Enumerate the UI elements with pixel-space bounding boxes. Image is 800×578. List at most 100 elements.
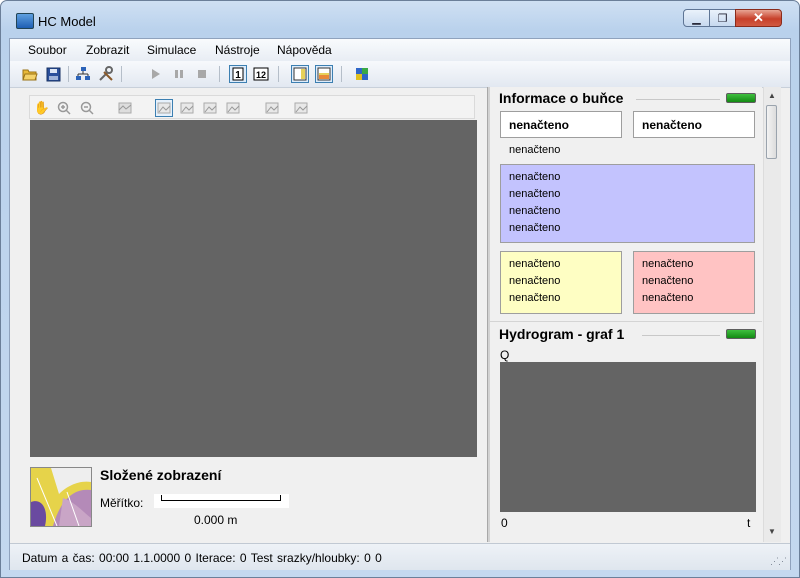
- info-pane: Informace o buňce nenačteno nenačteno ne…: [490, 87, 762, 542]
- hand-icon: ✋: [33, 100, 51, 115]
- hydrograph-collapse-button[interactable]: [726, 329, 756, 339]
- dual-view-icon: 12: [253, 67, 269, 81]
- layer-2-button[interactable]: [178, 99, 196, 117]
- section-divider: [642, 335, 720, 336]
- cell-info-value: nenačteno: [642, 258, 694, 270]
- bottom-panel-button[interactable]: [315, 65, 333, 83]
- hydrograph-origin-label: 0: [501, 516, 508, 530]
- color-grid-icon: [356, 68, 368, 80]
- single-view-button[interactable]: 1: [229, 65, 247, 83]
- status-test-a: 0: [364, 551, 371, 565]
- menu-zobrazit[interactable]: Zobrazit: [86, 43, 129, 57]
- stop-button[interactable]: [193, 65, 211, 83]
- app-window: HC Model ▁ ❐ ✕ Soubor Zobrazit Simulace …: [0, 0, 800, 578]
- svg-text:12: 12: [256, 70, 266, 80]
- floppy-disk-icon: [46, 67, 60, 81]
- scroll-down-icon[interactable]: ▼: [768, 527, 776, 536]
- zoom-out-button[interactable]: [78, 99, 96, 117]
- cell-info-value: nenačteno: [642, 275, 694, 287]
- layer-3-button[interactable]: [201, 99, 219, 117]
- cell-info-value: nenačteno: [509, 222, 561, 234]
- map-toolbar: ✋: [29, 95, 475, 119]
- status-test-b: 0: [375, 551, 382, 565]
- menu-nastroje[interactable]: Nástroje: [215, 43, 260, 57]
- stop-icon: [198, 70, 206, 78]
- status-bar: Datum a čas: 00:00 1.1.0000 0 Iterace: 0…: [10, 543, 790, 570]
- side-panel-icon: [293, 67, 307, 81]
- cell-info-value: nenačteno: [509, 275, 561, 287]
- layer-6-button[interactable]: [292, 99, 310, 117]
- view-thumbnail: [30, 467, 92, 527]
- terrain-button[interactable]: [116, 99, 134, 117]
- pause-button[interactable]: [170, 65, 188, 83]
- cell-info-value: nenačteno: [509, 205, 561, 217]
- scale-value: 0.000 m: [194, 513, 238, 527]
- terrain-icon: [118, 102, 132, 114]
- close-icon: ✕: [753, 10, 764, 25]
- minimize-button[interactable]: ▁: [683, 9, 710, 27]
- toolbar-separator: [341, 66, 342, 82]
- resize-grip-icon[interactable]: ⋰⋰: [770, 556, 787, 567]
- status-test-label: Test srazky/hloubky:: [250, 551, 360, 565]
- maximize-button[interactable]: ❐: [709, 9, 736, 27]
- cell-info-value: nenačteno: [642, 292, 694, 304]
- info-pane-scrollbar[interactable]: ▲ ▼: [763, 87, 781, 542]
- menu-soubor[interactable]: Soubor: [28, 43, 67, 57]
- section-divider: [636, 99, 720, 100]
- map-pane: ✋ Složené zobrazení Měřítko: 0.000 m: [22, 93, 478, 547]
- dual-view-button[interactable]: 12: [252, 65, 270, 83]
- status-iteration-label: Iterace:: [195, 551, 236, 565]
- tools-button[interactable]: [97, 65, 115, 83]
- scrollbar-thumb[interactable]: [766, 105, 777, 159]
- image-layer-icon: [180, 102, 194, 114]
- cell-info-title: Informace o buňce: [499, 90, 624, 106]
- close-button[interactable]: ✕: [735, 9, 782, 27]
- toolbar-separator: [121, 66, 122, 82]
- cell-info-collapse-button[interactable]: [726, 93, 756, 103]
- hydrograph-y-label: Q: [500, 348, 510, 362]
- play-button[interactable]: [147, 65, 165, 83]
- map-canvas[interactable]: [30, 120, 477, 457]
- zoom-in-button[interactable]: [55, 99, 73, 117]
- terrain-thumbnail-icon: [31, 468, 91, 526]
- window-title: HC Model: [38, 14, 96, 29]
- cell-info-red-box: nenačteno nenačteno nenačteno: [633, 251, 755, 314]
- toolbar-separator: [219, 66, 220, 82]
- network-button[interactable]: [74, 65, 92, 83]
- open-button[interactable]: [21, 65, 39, 83]
- menu-napoveda[interactable]: Nápověda: [277, 43, 332, 57]
- hydrograph-x-label: t: [747, 516, 751, 530]
- cell-info-yellow-box: nenačteno nenačteno nenačteno: [500, 251, 622, 314]
- layer-composite-button[interactable]: [155, 99, 173, 117]
- status-text: Datum a čas: 00:00 1.1.0000 0 Iterace: 0…: [22, 551, 382, 565]
- network-tree-icon: [76, 67, 90, 80]
- scroll-up-icon[interactable]: ▲: [768, 91, 776, 100]
- pan-tool-button[interactable]: ✋: [33, 99, 51, 117]
- side-panel-button[interactable]: [291, 65, 309, 83]
- status-datetime-label: Datum a čas:: [22, 551, 95, 565]
- save-button[interactable]: [44, 65, 62, 83]
- hydrograph-plot-area[interactable]: [500, 362, 756, 512]
- zoom-in-icon: [57, 101, 71, 115]
- layer-5-button[interactable]: [263, 99, 281, 117]
- status-date: 1.1.0000: [133, 551, 181, 565]
- svg-text:1: 1: [235, 70, 241, 81]
- scale-bar: [154, 494, 289, 508]
- folder-open-icon: [22, 69, 38, 81]
- image-layer-icon: [226, 102, 240, 114]
- tools-icon: [99, 66, 113, 81]
- minimize-icon: ▁: [692, 12, 701, 25]
- status-iteration: 0: [239, 551, 247, 565]
- cell-info-box-2: nenačteno: [633, 111, 755, 138]
- zoom-out-icon: [80, 101, 94, 115]
- cell-info-value: nenačteno: [509, 258, 561, 270]
- layout-button[interactable]: [353, 65, 371, 83]
- maximize-icon: ❐: [717, 12, 728, 25]
- menu-bar: Soubor Zobrazit Simulace Nástroje Nápově…: [10, 39, 790, 61]
- client-area: Soubor Zobrazit Simulace Nástroje Nápově…: [9, 38, 791, 570]
- title-bar[interactable]: HC Model ▁ ❐ ✕: [1, 1, 799, 33]
- layer-4-button[interactable]: [224, 99, 242, 117]
- section-divider: [490, 321, 762, 322]
- main-toolbar: 1 12: [10, 61, 790, 88]
- menu-simulace[interactable]: Simulace: [147, 43, 196, 57]
